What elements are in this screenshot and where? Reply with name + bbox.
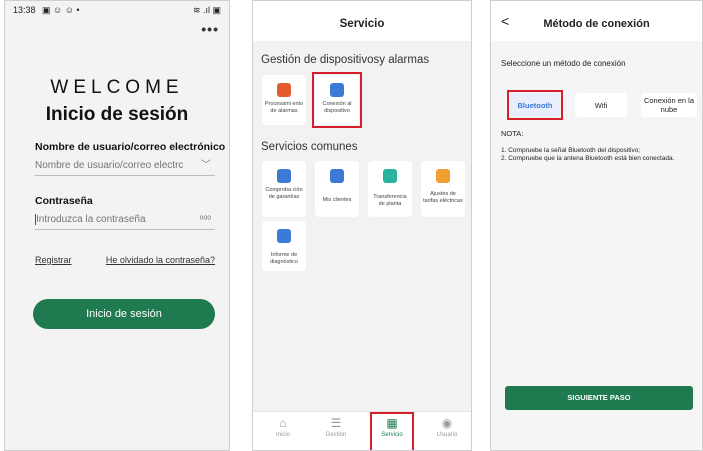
tab-label: Gestión [325, 432, 347, 438]
password-input[interactable] [36, 214, 176, 225]
tile-tariff-settings[interactable]: Ajustes de tarifas eléctricas [421, 161, 465, 217]
page-title: Servicio [339, 18, 385, 30]
tab-label: Inicio [275, 432, 290, 438]
welcome-heading: WELCOME [50, 77, 184, 98]
highlight-box-servicio-tab [370, 412, 414, 450]
username-field[interactable]: ﹀ [35, 157, 215, 176]
tile-label: Mis clientes [322, 197, 352, 203]
tile-label: Transferencia de planta [373, 194, 407, 207]
alarm-icon [277, 83, 291, 97]
highlight-box-bluetooth [507, 90, 563, 120]
header: < Método de conexión [491, 1, 702, 41]
signal-battery-icon: ≋ .ıl ▣ [192, 5, 221, 15]
tile-label: Procesami ento de alarmas [264, 101, 304, 114]
username-label: Nombre de usuario/correo electrónico [35, 141, 226, 153]
transfer-icon [383, 169, 397, 183]
header: Servicio [253, 1, 471, 41]
tile-my-clients[interactable]: Mis clientes [315, 161, 359, 217]
note-label: NOTA: [501, 129, 524, 138]
report-icon [277, 229, 291, 243]
bottom-tab-bar: ⌂ Inicio ☰ Gestión ▦ Servicio ◉ Usuario [253, 411, 471, 450]
page-title: Inicio de sesión [45, 104, 189, 125]
tile-label: Ajustes de tarifas eléctricas [423, 191, 463, 204]
page-title: Método de conexión [543, 18, 650, 30]
tile-label: Comproba ción de garantías [265, 187, 303, 200]
select-prompt: Seleccione un método de conexión [501, 59, 626, 68]
chevron-down-icon[interactable]: ﹀ [201, 157, 211, 175]
tariff-icon [436, 169, 450, 183]
tab-label: Usuario [436, 432, 458, 438]
section-title-devices: Gestión de dispositivosy alarmas [261, 54, 430, 66]
clients-icon [330, 169, 344, 183]
note-line: 2. Compruebe que la antena Bluetooth est… [501, 155, 675, 162]
note-text: 1. Compruebe la señal Bluetooth del disp… [501, 147, 694, 163]
tile-label: Informe de diagnóstico [270, 252, 298, 265]
home-icon: ⌂ [279, 416, 287, 430]
next-step-button[interactable]: SIGUIENTE PASO [505, 386, 693, 410]
tab-usuario[interactable]: ◉ Usuario [427, 416, 467, 438]
eye-toggle-icon[interactable]: ᵒᵒᵒ [200, 211, 211, 229]
login-links: Registrar He olvidado la contraseña? [35, 255, 215, 265]
tile-diagnostic-report[interactable]: Informe de diagnóstico [262, 221, 306, 271]
status-time: 13:38 [13, 5, 36, 15]
login-button[interactable]: Inicio de sesión [33, 299, 215, 329]
tile-warranty-check[interactable]: Comproba ción de garantías [262, 161, 306, 217]
register-link[interactable]: Registrar [35, 255, 72, 265]
option-wifi[interactable]: Wifi [575, 93, 627, 117]
highlight-box-connection [312, 72, 362, 128]
user-icon: ◉ [441, 416, 453, 430]
tab-inicio[interactable]: ⌂ Inicio [263, 416, 303, 438]
more-menu-icon[interactable]: ••• [201, 21, 219, 37]
password-label: Contraseña [35, 195, 93, 207]
forgot-password-link[interactable]: He olvidado la contraseña? [106, 255, 215, 265]
section-title-common: Servicios comunes [261, 141, 358, 153]
status-icons: ▣ ☺ ☺ • [42, 5, 80, 15]
note-line: 1. Compruebe la señal Bluetooth del disp… [501, 147, 641, 154]
tile-alarm-processing[interactable]: Procesami ento de alarmas [262, 75, 306, 125]
username-input[interactable] [35, 160, 185, 171]
connection-method-screen: < Método de conexión Seleccione un métod… [490, 0, 703, 451]
login-screen: 13:38 ▣ ☺ ☺ • ≋ .ıl ▣ ••• WELCOME Inicio… [4, 0, 230, 451]
list-icon: ☰ [330, 416, 342, 430]
tile-plant-transfer[interactable]: Transferencia de planta [368, 161, 412, 217]
tab-gestion[interactable]: ☰ Gestión [316, 416, 356, 438]
warranty-icon [277, 169, 291, 183]
password-field[interactable]: ᵒᵒᵒ [35, 211, 215, 230]
status-bar: 13:38 ▣ ☺ ☺ • ≋ .ıl ▣ [13, 5, 221, 17]
servicio-screen: Servicio Gestión de dispositivosy alarma… [252, 0, 472, 451]
option-cloud[interactable]: Conexión en la nube [641, 93, 697, 117]
